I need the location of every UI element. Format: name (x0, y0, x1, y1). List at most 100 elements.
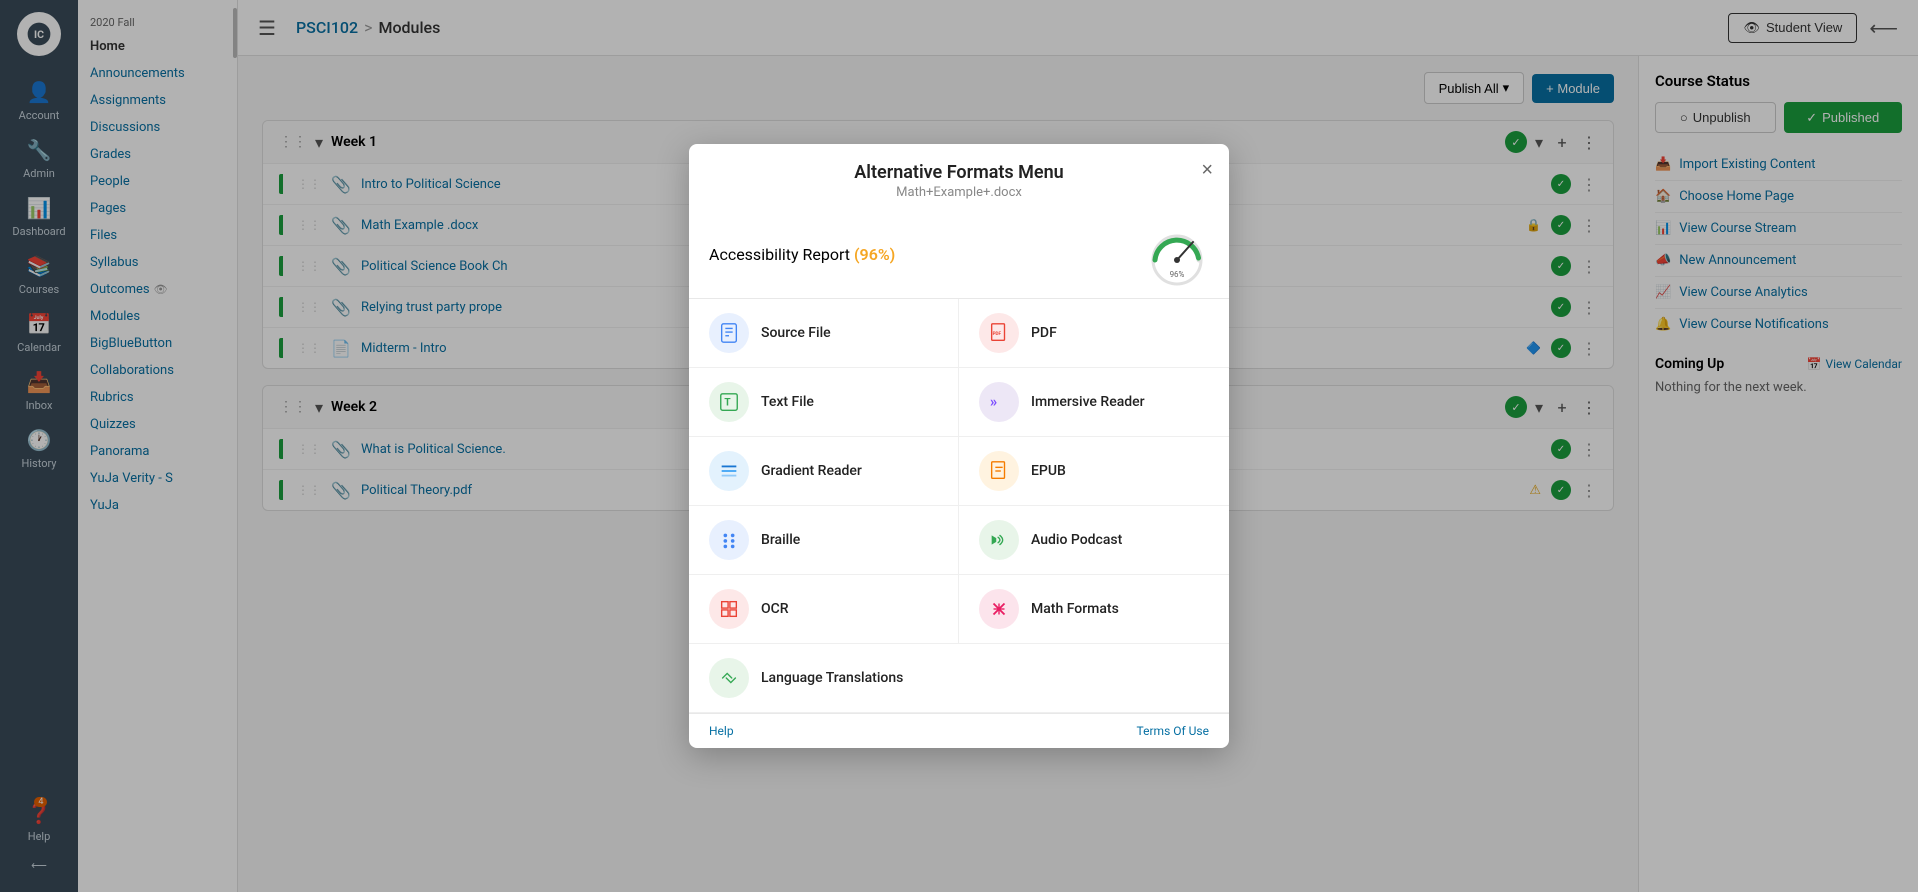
footer-help-link[interactable]: Help (709, 724, 734, 738)
item-handle[interactable]: ⋮⋮ (297, 218, 321, 232)
item-handle[interactable]: ⋮⋮ (297, 177, 321, 191)
nav-item-calendar[interactable]: 📅 Calendar (0, 304, 78, 362)
new-announcement-link[interactable]: 📣 New Announcement (1655, 245, 1902, 277)
week-1-handle[interactable]: ⋮⋮ (279, 134, 307, 150)
sidebar-item-announcements[interactable]: Announcements (78, 60, 237, 87)
nav-item-help[interactable]: ❓ 4 Help (21, 793, 58, 851)
format-gradient-reader[interactable]: Gradient Reader (689, 437, 959, 506)
nav-item-history[interactable]: 🕐 History (0, 420, 78, 478)
stream-icon: 📊 (1655, 221, 1671, 236)
braille-icon (709, 520, 749, 560)
sidebar-item-yuja-verity[interactable]: YuJa Verity - S (78, 465, 237, 492)
week-1-check: ✓ (1505, 131, 1527, 153)
sidebar-item-grades[interactable]: Grades (78, 141, 237, 168)
format-braille[interactable]: Braille (689, 506, 959, 575)
nav-label-inbox: Inbox (26, 399, 53, 412)
week-2-arrow[interactable]: ▾ (315, 398, 323, 417)
sidebar-item-discussions[interactable]: Discussions (78, 114, 237, 141)
week-1-arrow[interactable]: ▾ (315, 133, 323, 152)
sidebar-item-home[interactable]: Home (78, 33, 237, 60)
item-dots[interactable]: ⋮ (1581, 339, 1597, 358)
choose-home-page-link[interactable]: 🏠 Choose Home Page (1655, 181, 1902, 213)
item-dots[interactable]: ⋮ (1581, 440, 1597, 459)
import-label: Import Existing Content (1679, 157, 1815, 172)
format-pdf[interactable]: PDF PDF (959, 299, 1229, 368)
item-dots[interactable]: ⋮ (1581, 257, 1597, 276)
breadcrumb: PSCI102 > Modules (296, 18, 440, 37)
modal-close-button[interactable]: × (1201, 160, 1213, 180)
item-dots[interactable]: ⋮ (1581, 481, 1597, 500)
item-handle[interactable]: ⋮⋮ (297, 341, 321, 355)
sidebar-item-people[interactable]: People (78, 168, 237, 195)
week-1-dots[interactable]: ⋮ (1581, 133, 1597, 152)
unpublish-button[interactable]: ○ Unpublish (1655, 102, 1776, 133)
format-text-file[interactable]: T Text File (689, 368, 959, 437)
item-handle[interactable]: ⋮⋮ (297, 442, 321, 456)
nav-item-inbox[interactable]: 📥 Inbox (0, 362, 78, 420)
item-handle[interactable]: ⋮⋮ (297, 483, 321, 497)
add-module-button[interactable]: + Module (1532, 74, 1614, 103)
collapse-button[interactable]: ⟵ (1869, 16, 1898, 40)
speedometer-icon: 96% (1145, 222, 1209, 286)
week-2-handle[interactable]: ⋮⋮ (279, 399, 307, 415)
footer-terms-link[interactable]: Terms Of Use (1137, 724, 1209, 738)
language-translations-icon (709, 658, 749, 698)
alternative-formats-modal: Alternative Formats Menu Math+Example+.d… (689, 144, 1229, 748)
view-course-analytics-link[interactable]: 📈 View Course Analytics (1655, 277, 1902, 309)
week-2-check-arrow[interactable]: ▾ (1535, 398, 1543, 417)
format-audio-podcast[interactable]: Audio Podcast (959, 506, 1229, 575)
format-source-file[interactable]: Source File (689, 299, 959, 368)
hamburger-menu[interactable]: ☰ (258, 16, 276, 40)
item-dots[interactable]: ⋮ (1581, 175, 1597, 194)
nav-item-admin[interactable]: 🔧 Admin (0, 130, 78, 188)
import-existing-content-link[interactable]: 📥 Import Existing Content (1655, 149, 1902, 181)
sidebar-item-files[interactable]: Files (78, 222, 237, 249)
item-handle[interactable]: ⋮⋮ (297, 259, 321, 273)
nav-rail: IC 👤 Account 🔧 Admin 📊 Dashboard 📚 Cours… (0, 0, 78, 892)
format-immersive-reader[interactable]: » Immersive Reader (959, 368, 1229, 437)
item-check: ✓ (1551, 174, 1571, 194)
math-formats-icon (979, 589, 1019, 629)
week-1-check-arrow[interactable]: ▾ (1535, 133, 1543, 152)
format-ocr[interactable]: OCR (689, 575, 959, 644)
week-2-plus[interactable]: + (1551, 396, 1573, 418)
modal-scroll-area[interactable]: Source File PDF PDF T Text File (689, 299, 1229, 713)
format-language-translations[interactable]: Language Translations (689, 644, 1229, 713)
breadcrumb-course[interactable]: PSCI102 (296, 18, 358, 37)
published-button[interactable]: ✓ Published (1784, 102, 1903, 133)
calendar-link-icon: 📅 (1807, 357, 1822, 371)
sidebar-item-quizzes[interactable]: Quizzes (78, 411, 237, 438)
week-2-dots[interactable]: ⋮ (1581, 398, 1597, 417)
nav-item-courses[interactable]: 📚 Courses (0, 246, 78, 304)
item-handle[interactable]: ⋮⋮ (297, 300, 321, 314)
nav-label-calendar: Calendar (17, 341, 61, 354)
format-epub[interactable]: EPUB (959, 437, 1229, 506)
sidebar-item-assignments[interactable]: Assignments (78, 87, 237, 114)
format-math-formats[interactable]: Math Formats (959, 575, 1229, 644)
sidebar-item-bigbluebutton[interactable]: BigBlueButton (78, 330, 237, 357)
publish-all-button[interactable]: Publish All ▾ (1424, 72, 1525, 104)
student-view-button[interactable]: 👁 Student View (1728, 13, 1857, 43)
week-2-check: ✓ (1505, 396, 1527, 418)
format-grid: Source File PDF PDF T Text File (689, 299, 1229, 644)
sidebar-item-collaborations[interactable]: Collaborations (78, 357, 237, 384)
nav-item-collapse[interactable]: ⟵ (21, 851, 58, 880)
view-calendar-link[interactable]: 📅 View Calendar (1807, 357, 1902, 371)
sidebar-item-yuja[interactable]: YuJa (78, 492, 237, 519)
item-dots[interactable]: ⋮ (1581, 216, 1597, 235)
sidebar-item-pages[interactable]: Pages (78, 195, 237, 222)
view-course-notifications-link[interactable]: 🔔 View Course Notifications (1655, 309, 1902, 340)
sidebar-item-rubrics[interactable]: Rubrics (78, 384, 237, 411)
sidebar-item-syllabus[interactable]: Syllabus (78, 249, 237, 276)
view-course-stream-link[interactable]: 📊 View Course Stream (1655, 213, 1902, 245)
nav-item-account[interactable]: 👤 Account (0, 72, 78, 130)
home-page-icon: 🏠 (1655, 189, 1671, 204)
help-icon: ❓ (27, 801, 52, 825)
nav-item-dashboard[interactable]: 📊 Dashboard (0, 188, 78, 246)
sidebar-item-panorama[interactable]: Panorama (78, 438, 237, 465)
sidebar-item-modules[interactable]: Modules (78, 303, 237, 330)
item-dots[interactable]: ⋮ (1581, 298, 1597, 317)
week-1-plus[interactable]: + (1551, 131, 1573, 153)
item-check: ✓ (1551, 215, 1571, 235)
sidebar-item-outcomes[interactable]: Outcomes 👁 (78, 276, 237, 303)
